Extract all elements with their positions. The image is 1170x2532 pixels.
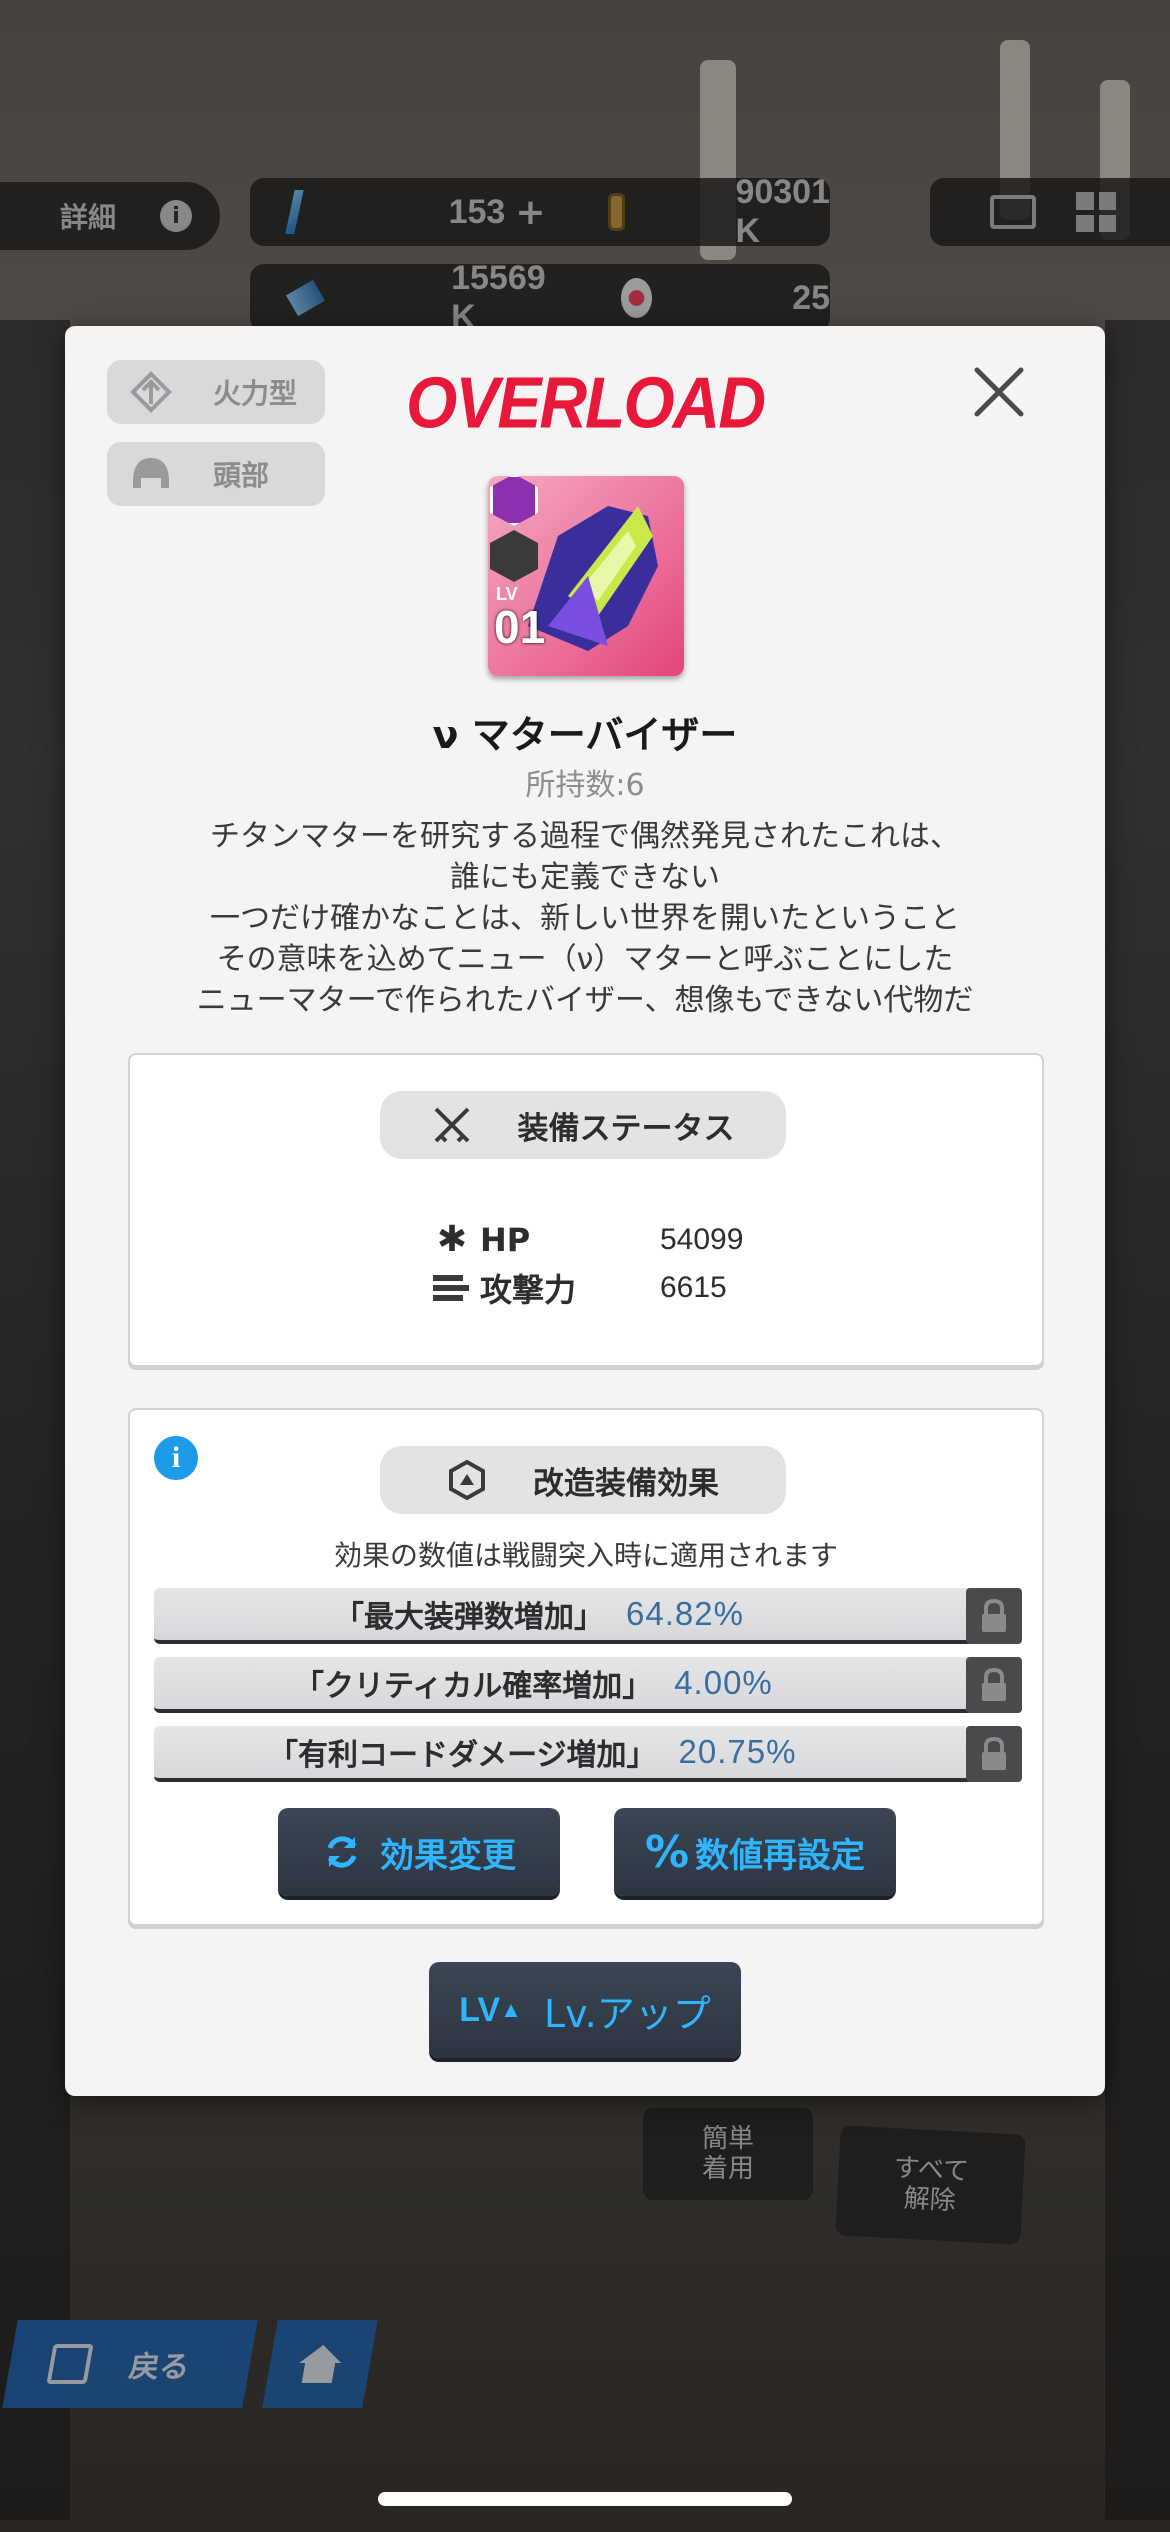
mods-header: 改造装備効果: [380, 1446, 786, 1514]
effect-name: 「クリティカル確率増加」: [294, 1669, 653, 1704]
slot-tag-label: 頭部: [213, 459, 270, 492]
description-line: チタンマターを研究する過程で偶然発見されたこれは、: [210, 819, 960, 854]
item-description: チタンマターを研究する過程で偶然発見されたこれは、 誰にも定義できない 一つだけ…: [105, 816, 1065, 1021]
equipment-detail-modal: 火力型 頭部 OVERLOAD LV 01 ν マターバイザー 所持数:6 チタ…: [65, 326, 1105, 2096]
effect-value: 64.82%: [626, 1595, 744, 1632]
status-title: 装備ステータス: [517, 1110, 735, 1147]
level-up-icon-text: LV: [459, 1990, 501, 2029]
slot-tag: 頭部: [107, 442, 325, 506]
lock-icon[interactable]: [966, 1726, 1022, 1782]
item-thumbnail[interactable]: LV 01: [488, 476, 684, 676]
reroll-values-button[interactable]: % 数値再設定: [614, 1808, 896, 1896]
refresh-icon: [322, 1832, 362, 1872]
attack-label: 攻撃力: [480, 1271, 577, 1309]
info-icon[interactable]: i: [154, 1436, 198, 1480]
effect-value: 20.75%: [678, 1733, 797, 1770]
stat-hp: ✱ HP 54099: [430, 1219, 744, 1260]
mods-note: 効果の数値は戦闘突入時に適用されます: [333, 1539, 838, 1572]
close-icon[interactable]: [971, 364, 1027, 420]
hp-label: HP: [480, 1220, 531, 1259]
item-name: ν マターバイザー: [432, 713, 738, 757]
home-indicator[interactable]: [378, 2492, 792, 2506]
effect-value: 4.00%: [674, 1664, 773, 1701]
lock-icon[interactable]: [966, 1588, 1022, 1644]
effect-name: 「最大装弾数増加」: [334, 1600, 604, 1635]
lock-icon[interactable]: [966, 1657, 1022, 1713]
mod-chip-icon: [447, 1460, 487, 1500]
mods-title: 改造装備効果: [533, 1465, 719, 1502]
attack-icon: [430, 1273, 474, 1303]
attack-value: 6615: [660, 1271, 727, 1304]
hp-value: 54099: [660, 1222, 744, 1256]
status-header: 装備ステータス: [380, 1091, 786, 1159]
level-up-label: Lv.アップ: [543, 1991, 711, 2036]
percent-icon: %: [644, 1826, 690, 1878]
mod-effects-panel: i 改造装備効果 効果の数値は戦闘突入時に適用されます 「最大装弾数増加」 64…: [128, 1408, 1044, 1926]
equipment-status-panel: 装備ステータス ✱ HP 54099 攻撃力 6615: [128, 1053, 1044, 1367]
description-line: 一つだけ確かなことは、新しい世界を開いたということ: [210, 901, 960, 936]
stat-attack: 攻撃力 6615: [430, 1265, 727, 1311]
description-line: ニューマターで作られたバイザー、想像もできない代物だ: [196, 983, 974, 1018]
change-effect-button[interactable]: 効果変更: [278, 1808, 560, 1896]
overload-logo: OVERLOAD: [405, 361, 766, 443]
level-up-icon: LV ▲: [459, 1990, 522, 2029]
description-line: その意味を込めてニュー（ν）マターと呼ぶことにした: [216, 942, 954, 977]
helmet-icon: [129, 452, 173, 496]
change-effect-label: 効果変更: [380, 1835, 516, 1876]
hp-icon: ✱: [436, 1219, 468, 1260]
effect-row: 「最大装弾数増加」 64.82%: [154, 1588, 1022, 1644]
effect-name: 「有利コードダメージ増加」: [268, 1738, 657, 1773]
reroll-values-label: 数値再設定: [695, 1835, 866, 1876]
item-level: 01: [494, 601, 546, 653]
level-up-button[interactable]: LV ▲ Lv.アップ: [429, 1962, 741, 2058]
description-line: 誰にも定義できない: [450, 860, 720, 895]
effect-row: 「クリティカル確率増加」 4.00%: [154, 1657, 1022, 1713]
owned-count: 所持数:6: [525, 768, 645, 803]
effect-row: 「有利コードダメージ増加」 20.75%: [154, 1726, 1022, 1782]
crossed-swords-icon: [432, 1105, 472, 1145]
